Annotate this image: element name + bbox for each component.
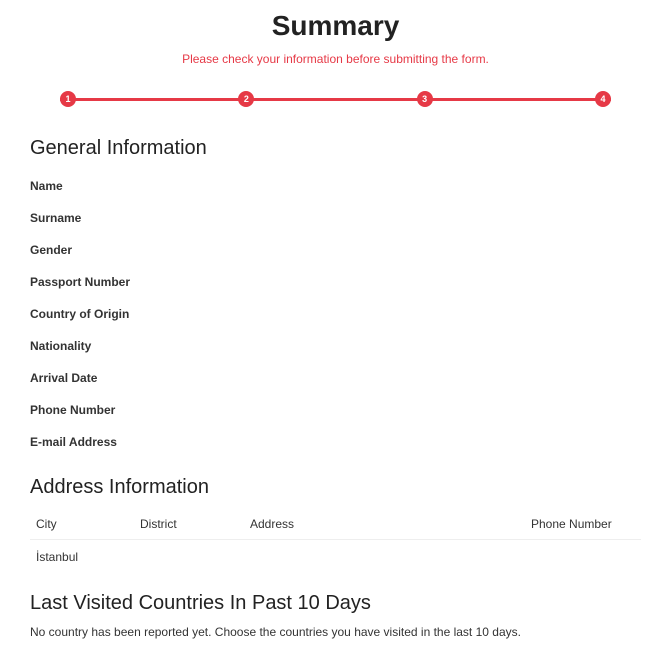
cell-phone	[531, 550, 641, 564]
cell-city: İstanbul	[30, 550, 140, 564]
field-surname-label: Surname	[30, 202, 641, 234]
page-title: Summary	[0, 0, 671, 42]
address-info-header: Address Information	[30, 476, 641, 499]
general-info-header: General Information	[30, 137, 641, 160]
field-gender-label: Gender	[30, 234, 641, 266]
col-district-header: District	[140, 517, 250, 531]
field-phone-label: Phone Number	[30, 394, 641, 426]
address-table: City District Address Phone Number İstan…	[30, 509, 641, 574]
field-arrival-label: Arrival Date	[30, 362, 641, 394]
address-table-header: City District Address Phone Number	[30, 509, 641, 540]
col-city-header: City	[30, 517, 140, 531]
col-address-header: Address	[250, 517, 531, 531]
subtitle-warning: Please check your information before sub…	[0, 52, 671, 66]
field-name-label: Name	[30, 170, 641, 202]
col-phone-header: Phone Number	[531, 517, 641, 531]
stepper-step-4: 4	[595, 91, 611, 107]
visited-empty-note: No country has been reported yet. Choose…	[30, 625, 641, 639]
table-row: İstanbul	[30, 540, 641, 574]
visited-countries-header: Last Visited Countries In Past 10 Days	[30, 592, 641, 615]
cell-address	[250, 550, 531, 564]
cell-district	[140, 550, 250, 564]
field-nationality-label: Nationality	[30, 330, 641, 362]
field-passport-label: Passport Number	[30, 266, 641, 298]
stepper-step-3: 3	[417, 91, 433, 107]
stepper-step-2: 2	[238, 91, 254, 107]
stepper-step-1: 1	[60, 91, 76, 107]
field-email-label: E-mail Address	[30, 426, 641, 458]
field-origin-label: Country of Origin	[30, 298, 641, 330]
progress-stepper: 1 2 3 4	[60, 91, 611, 107]
